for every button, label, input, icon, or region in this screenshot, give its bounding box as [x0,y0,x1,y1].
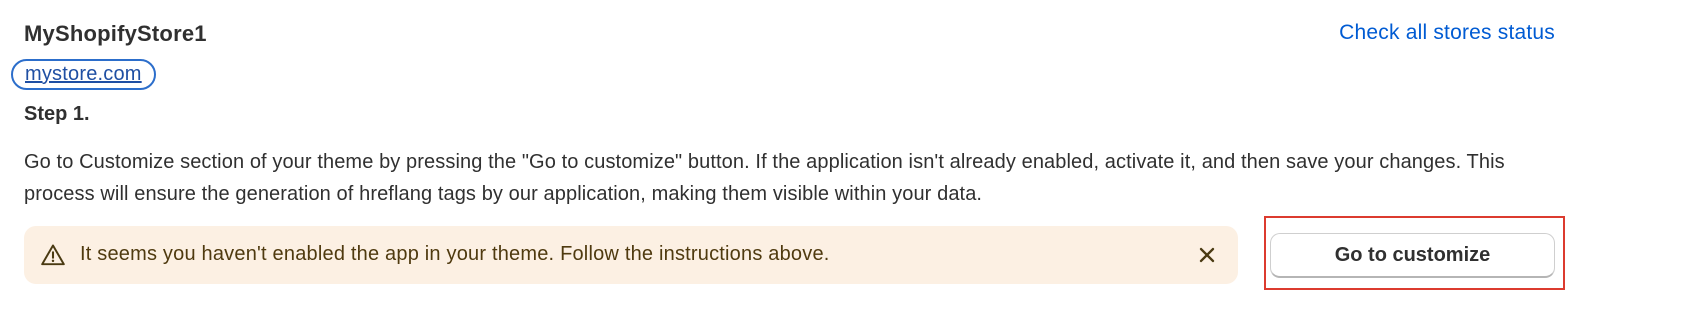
check-all-stores-status-link[interactable]: Check all stores status [1339,19,1555,47]
close-icon[interactable] [1194,242,1220,268]
store-url-link[interactable]: mystore.com [11,59,156,90]
step-instructions: Go to Customize section of your theme by… [24,151,1505,205]
step-title: Step 1. [24,103,90,125]
alert-triangle-icon [40,242,66,268]
warning-message: It seems you haven't enabled the app in … [80,243,830,265]
warning-banner: It seems you haven't enabled the app in … [24,226,1238,284]
go-to-customize-button[interactable]: Go to customize [1270,233,1555,278]
store-name: MyShopifyStore1 [24,21,207,46]
